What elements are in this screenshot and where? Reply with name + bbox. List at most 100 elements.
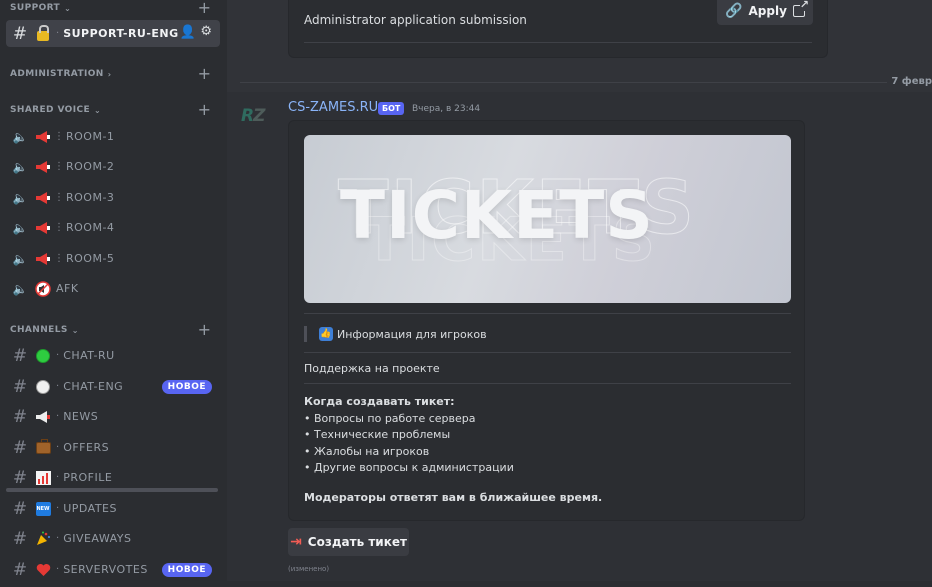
party-popper-icon [34,531,52,547]
embed-field-title: 👍 Информация для игроков [304,326,487,342]
lock-icon [34,25,52,42]
channel-item-chat-eng[interactable]: # · CHAT-ENG НОВОЕ [6,373,220,400]
embed-divider [304,383,791,384]
list-item: • Жалобы на игроков [304,444,430,458]
channel-name: PROFILE [63,471,113,484]
speaker-locked-icon: 🔈 [12,220,28,235]
briefcase-icon [34,438,52,456]
voice-channel-room-4[interactable]: 🔈 ⋮ ROOM-4 [6,214,220,241]
list-item: • Технические проблемы [304,428,451,441]
text-channel-icon: # [12,559,28,580]
embed-when-block: Когда создавать тикет: • Вопросы по рабо… [304,394,514,477]
create-ticket-button[interactable]: ⇥ Создать тикет [288,528,409,556]
category-support[interactable]: SUPPORT ⌄ [10,3,71,13]
text-channel-icon: # [12,406,28,427]
voice-channel-room-3[interactable]: 🔈 ⋮ ROOM-3 [6,184,220,211]
text-channel-icon: # [12,498,28,519]
text-channel-icon: # [12,345,28,366]
embed-mods-text: Модераторы ответят вам в ближайшее время… [304,491,603,504]
add-channel-icon[interactable]: + [198,322,211,338]
green-circle-icon [34,348,52,364]
text-channel-icon: # [12,467,28,488]
unread-divider [6,488,218,492]
speaker-locked-icon: 🔈 [12,129,28,144]
channel-sidebar: SUPPORT ⌄ + # · SUPPORT-RU-ENG 👤 ⚙ ADMIN… [0,0,227,587]
channel-name: SUPPORT-RU-ENG [63,27,179,40]
bot-badge: БОТ [378,102,405,115]
external-link-icon [792,0,809,17]
apply-label: Apply [748,3,787,18]
category-administration[interactable]: ADMINISTRATION › [10,69,111,79]
speaker-locked-icon: 🔈 [12,190,28,205]
voice-channel-room-1[interactable]: 🔈 ⋮ ROOM-1 [6,123,220,150]
tickets-banner-image[interactable]: TICKETS TICKETS TICKETS [304,135,791,303]
category-label: SHARED VOICE [10,105,91,115]
channel-item-offers[interactable]: # · OFFERS [6,434,220,461]
voice-channel-afk[interactable]: 🔈 AFK [6,275,220,302]
speaker-locked-icon: 🔈 [12,159,28,174]
text-channel-icon: # [12,23,28,44]
channel-item-support-ru-eng[interactable]: # · SUPPORT-RU-ENG 👤 ⚙ [6,20,220,47]
chart-icon [34,470,52,486]
category-label: SUPPORT [10,3,61,13]
date-divider-line [240,82,932,83]
embed-divider [304,352,791,353]
gear-icon[interactable]: ⚙ [200,24,212,39]
banner-title: TICKETS [340,177,654,254]
category-shared-voice[interactable]: SHARED VOICE ⌄ [10,105,101,115]
category-label: ADMINISTRATION [10,69,104,79]
previous-embed: Administrator application submission 🔗 A… [288,0,828,58]
megaphone-icon [34,129,52,145]
list-item: • Вопросы по работе сервера [304,411,476,425]
list-item: • Другие вопросы к администрации [304,461,514,474]
message-timestamp[interactable]: Вчера, в 23:44 [412,104,480,114]
chevron-right-icon: › [107,69,112,79]
when-title: Когда создавать тикет: [304,395,455,408]
channel-name: ROOM-4 [66,221,115,234]
voice-channel-room-5[interactable]: 🔈 ⋮ ROOM-5 [6,245,220,272]
category-channels[interactable]: CHANNELS ⌄ [10,325,79,335]
white-circle-icon [34,379,52,395]
add-channel-icon[interactable]: + [198,102,211,118]
heart-icon [34,562,52,578]
channel-name: ROOM-1 [66,130,115,143]
channel-item-servervotes[interactable]: # · SERVERVOTES НОВОЕ [6,556,220,583]
category-label: CHANNELS [10,325,68,335]
embed-field-text: Administrator application submission [304,13,527,27]
embed-support-text: Поддержка на проекте [304,362,440,375]
channel-name: ROOM-2 [66,160,115,173]
apply-button[interactable]: 🔗 Apply [717,0,813,25]
channel-name: NEWS [63,410,99,423]
channel-item-news[interactable]: # · NEWS [6,403,220,430]
channel-name: SERVERVOTES [63,563,148,576]
channel-name: UPDATES [63,502,117,515]
embed-divider [304,42,812,43]
add-channel-icon[interactable]: + [198,0,211,16]
invite-icon[interactable]: 👤 [180,25,196,40]
avatar[interactable]: RZ [241,106,273,130]
embed-divider [304,313,791,314]
channel-item-chat-ru[interactable]: # · CHAT-RU [6,342,220,369]
separator-dot: · [56,28,60,39]
message-author[interactable]: CS-ZAMES.RU [288,100,378,115]
add-channel-icon[interactable]: + [198,66,211,82]
enter-icon: ⇥ [290,534,302,550]
text-channel-icon: # [12,528,28,549]
message-area: Administrator application submission 🔗 A… [227,0,932,587]
text-channel-icon: # [12,376,28,397]
chevron-down-icon: ⌄ [94,105,102,115]
chevron-down-icon: ⌄ [64,3,72,13]
channel-item-giveaways[interactable]: # · GIVEAWAYS [6,525,220,552]
megaphone-icon [34,220,52,236]
channel-item-updates[interactable]: # NEW · UPDATES [6,495,220,522]
date-divider-label: 7 февр [887,76,932,87]
channel-name: CHAT-ENG [63,380,124,393]
bottom-strip [227,581,932,587]
channel-name: AFK [56,282,79,295]
megaphone-icon [34,159,52,175]
voice-channel-room-2[interactable]: 🔈 ⋮ ROOM-2 [6,153,220,180]
megaphone-icon [34,190,52,206]
channel-item-profile[interactable]: # · PROFILE [6,464,220,491]
megaphone-icon [34,251,52,267]
megaphone-icon [34,409,52,425]
